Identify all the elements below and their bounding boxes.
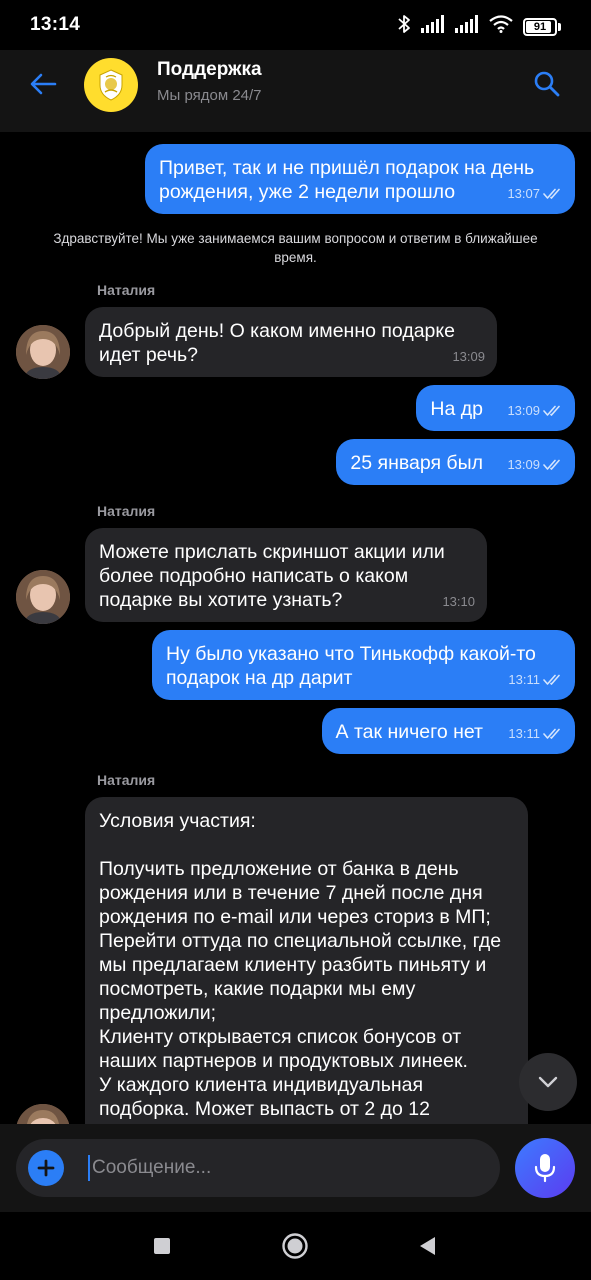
- wifi-icon: [489, 15, 513, 38]
- message-text: Условия участия: Получить предложение от…: [99, 810, 502, 1120]
- double-check-icon: [543, 674, 560, 685]
- system-nav-bar: [0, 1212, 591, 1280]
- double-check-icon: [543, 728, 560, 739]
- plus-icon: [37, 1159, 55, 1177]
- battery-icon: 91: [523, 17, 561, 36]
- chat-title[interactable]: Поддержка: [157, 59, 262, 81]
- system-message: Здравствуйте! Мы уже занимаемся вашим во…: [53, 231, 538, 265]
- message-meta: 13:10: [442, 590, 475, 614]
- double-check-icon: [543, 188, 560, 199]
- sender-name: Наталия: [97, 282, 156, 298]
- agent-avatar[interactable]: [16, 570, 70, 624]
- scroll-down-button[interactable]: [519, 1053, 577, 1111]
- message-time: 13:09: [452, 349, 485, 364]
- message-composer: [0, 1124, 591, 1212]
- attach-button[interactable]: [28, 1150, 64, 1186]
- person-avatar-icon: [16, 570, 70, 624]
- incoming-message[interactable]: Условия участия: Получить предложение от…: [85, 797, 528, 1124]
- search-icon: [534, 71, 560, 97]
- person-avatar-icon: [16, 325, 70, 379]
- outgoing-message[interactable]: На др 13:09: [416, 385, 575, 431]
- message-input-container[interactable]: [16, 1139, 500, 1197]
- back-triangle-icon: [420, 1237, 435, 1255]
- message-text: А так ничего нет: [335, 721, 483, 743]
- nav-back-button[interactable]: [407, 1230, 447, 1262]
- message-meta: 13:09: [507, 399, 563, 423]
- back-button[interactable]: [22, 68, 64, 100]
- double-check-icon: [543, 405, 560, 416]
- recent-apps-button[interactable]: [142, 1230, 182, 1262]
- agent-avatar[interactable]: [16, 1104, 70, 1124]
- message-meta: 13:09: [507, 453, 563, 477]
- message-time: 13:07: [507, 186, 540, 201]
- battery-level: 91: [533, 20, 547, 33]
- status-time: 13:14: [30, 14, 81, 35]
- outgoing-message[interactable]: Привет, так и не пришёл подарок на день …: [145, 144, 575, 214]
- sender-name: Наталия: [97, 772, 156, 788]
- person-avatar-icon: [16, 1104, 70, 1124]
- message-time: 13:09: [507, 457, 540, 472]
- voice-record-button[interactable]: [515, 1138, 575, 1198]
- message-meta: 13:09: [452, 345, 485, 369]
- message-text: Привет, так и не пришёл подарок на день …: [159, 157, 540, 203]
- chevron-down-icon: [538, 1076, 558, 1088]
- status-bar: 13:14 91: [0, 0, 591, 50]
- outgoing-message[interactable]: 25 января был 13:09: [336, 439, 575, 485]
- message-meta: 13:07: [507, 182, 563, 206]
- microphone-icon: [534, 1154, 556, 1183]
- message-text: Ну было указано что Тинькофф какой-то по…: [166, 643, 542, 689]
- outgoing-message[interactable]: Ну было указано что Тинькофф какой-то по…: [152, 630, 575, 700]
- outgoing-message[interactable]: А так ничего нет 13:11: [321, 708, 575, 754]
- message-meta: 13:11: [508, 722, 563, 746]
- text-cursor: [88, 1155, 90, 1181]
- home-icon: [282, 1233, 308, 1259]
- chat-header: Поддержка Мы рядом 24/7: [0, 50, 591, 132]
- message-meta: 13:11: [508, 668, 563, 692]
- message-text: 25 января был: [350, 452, 483, 474]
- message-text: На др: [430, 398, 483, 420]
- double-check-icon: [543, 459, 560, 470]
- incoming-message[interactable]: Добрый день! О каком именно подарке идет…: [85, 307, 497, 377]
- signal-icon: [421, 15, 445, 38]
- message-list[interactable]: Привет, так и не пришёл подарок на день …: [0, 132, 591, 1124]
- agent-avatar[interactable]: [16, 325, 70, 379]
- message-time: 13:11: [508, 726, 540, 741]
- message-text: Можете прислать скриншот акции или более…: [99, 541, 451, 611]
- message-time: 13:09: [507, 403, 540, 418]
- message-time: 13:10: [442, 594, 475, 609]
- chat-subtitle: Мы рядом 24/7: [157, 87, 262, 104]
- home-button[interactable]: [275, 1230, 315, 1262]
- support-avatar[interactable]: [84, 58, 138, 112]
- message-text: Добрый день! О каком именно подарке идет…: [99, 320, 461, 366]
- incoming-message[interactable]: Можете прислать скриншот акции или более…: [85, 528, 487, 622]
- arrow-left-icon: [30, 73, 57, 95]
- signal-icon: [455, 15, 479, 38]
- search-button[interactable]: [531, 68, 563, 100]
- status-icons: 91: [397, 14, 561, 39]
- bank-logo-icon: [99, 69, 123, 101]
- recent-apps-icon: [154, 1238, 170, 1254]
- bluetooth-icon: [397, 14, 411, 39]
- sender-name: Наталия: [97, 503, 156, 519]
- message-input[interactable]: [92, 1148, 482, 1188]
- message-time: 13:11: [508, 672, 540, 687]
